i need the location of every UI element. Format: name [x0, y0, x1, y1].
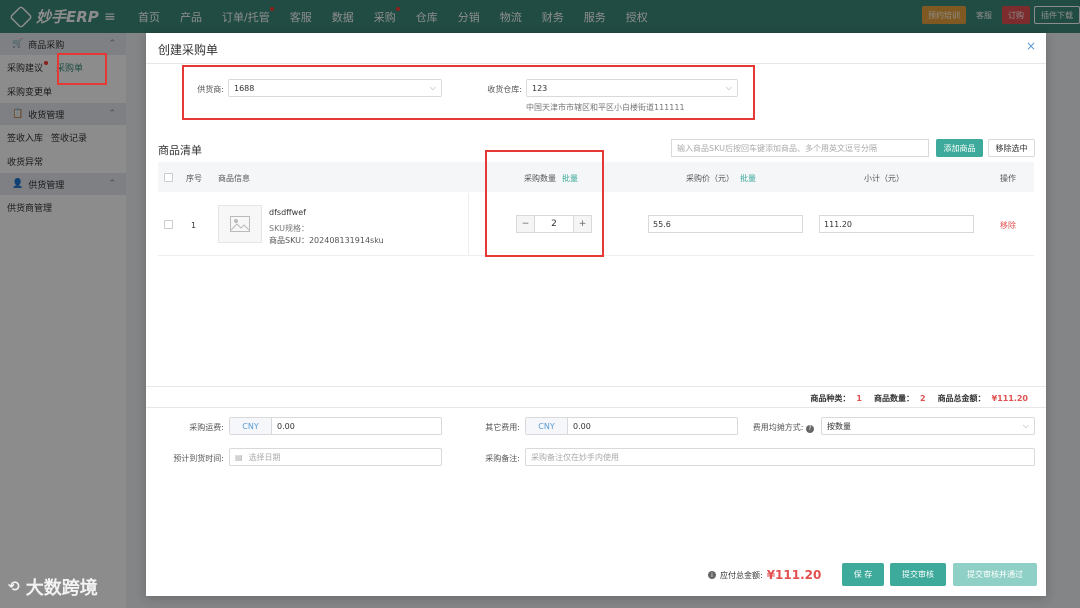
remark-label: 采购备注: — [485, 454, 520, 463]
product-sku: 商品SKU：202408131914sku — [269, 236, 384, 245]
highlight-box — [182, 65, 755, 120]
other-fee-value: 0.00 — [573, 421, 591, 431]
col-price-label: 采购价（元） — [686, 174, 734, 183]
other-fee-currency: CNY — [526, 418, 568, 434]
summary-qty: 商品数量： 2 — [874, 393, 926, 404]
summary-total: 商品总金额： ¥111.20 — [938, 393, 1028, 404]
split-method-label-text: 费用均摊方式: — [752, 423, 804, 432]
col-price: 采购价（元） 批量 — [686, 173, 756, 184]
close-icon[interactable]: × — [1026, 39, 1036, 53]
payable-label: 应付总金额: — [720, 570, 763, 580]
help-icon[interactable]: ? — [806, 424, 814, 433]
watermark-text: 大数跨境 — [25, 578, 98, 599]
payable-value: ¥111.20 — [766, 568, 822, 582]
other-fee-input[interactable]: CNY 0.00 — [525, 417, 738, 435]
highlight-box — [485, 150, 604, 257]
summary-total-value: ¥111.20 — [991, 394, 1028, 403]
chevron-down-icon: ⌵ — [1022, 421, 1029, 430]
product-list-title: 商品清单 — [158, 144, 202, 157]
divider — [146, 407, 1046, 408]
highlight-box — [57, 53, 107, 85]
freight-input[interactable]: CNY 0.00 — [229, 417, 442, 435]
order-summary: 商品种类： 1 商品数量： 2 商品总金额： ¥111.20 — [810, 393, 1028, 404]
eta-placeholder: 选择日期 — [248, 452, 281, 462]
other-fee-label: 其它费用: — [485, 423, 520, 432]
summary-kinds: 商品种类： 1 — [810, 393, 862, 404]
split-method-label: 费用均摊方式: ? — [742, 422, 814, 433]
row-checkbox[interactable] — [164, 220, 173, 229]
col-action: 操作 — [1000, 174, 1016, 183]
product-name: dfsdffwef — [269, 208, 306, 217]
remove-row-link[interactable]: 移除 — [1000, 220, 1016, 231]
image-icon — [230, 216, 250, 232]
subtotal-input[interactable]: 111.20 — [819, 215, 974, 233]
payable-total: i 应付总金额: ¥111.20 — [708, 568, 821, 582]
add-product-button[interactable]: 添加商品 — [936, 139, 983, 157]
remove-selected-button[interactable]: 移除选中 — [988, 139, 1035, 157]
eta-label: 预计到货时间: — [173, 454, 224, 463]
summary-kinds-label: 商品种类： — [810, 394, 851, 403]
column-divider — [468, 193, 469, 256]
freight-currency: CNY — [230, 418, 272, 434]
freight-value: 0.00 — [277, 421, 295, 431]
row-no: 1 — [191, 221, 197, 230]
sku-input[interactable]: 输入商品SKU后按回车键添加商品、多个用英文逗号分隔 — [671, 139, 929, 157]
divider — [146, 63, 1046, 64]
col-subtotal: 小计（元） — [864, 174, 904, 183]
price-input[interactable]: 55.6 — [648, 215, 803, 233]
product-image-placeholder — [218, 205, 262, 243]
col-info: 商品信息 — [218, 174, 250, 183]
eta-date-picker[interactable]: ▤ 选择日期 — [229, 448, 442, 466]
submit-review-button[interactable]: 提交审核 — [890, 563, 946, 586]
create-purchase-order-modal: 创建采购单 × 供货商: 1688 ⌵ 收货仓库: 123 ⌵ 中国天津市市辖区… — [146, 33, 1046, 596]
divider — [146, 386, 1046, 387]
product-spec: SKU规格： — [269, 224, 309, 233]
split-method-select[interactable]: 按数量 ⌵ — [821, 417, 1035, 435]
select-all-checkbox[interactable] — [164, 173, 173, 182]
submit-approve-button[interactable]: 提交审核并通过 — [953, 563, 1037, 586]
freight-label: 采购运费: — [189, 423, 224, 432]
col-no: 序号 — [186, 174, 202, 183]
summary-kinds-value: 1 — [856, 394, 862, 403]
watermark: ⟲ 大数跨境 — [8, 574, 98, 600]
price-batch-link[interactable]: 批量 — [740, 174, 756, 183]
modal-title: 创建采购单 — [158, 43, 219, 57]
info-icon: i — [708, 571, 716, 579]
remark-placeholder: 采购备注仅在妙手内使用 — [531, 452, 619, 462]
watermark-logo-icon: ⟲ — [8, 579, 20, 595]
summary-qty-value: 2 — [919, 394, 926, 403]
remark-input[interactable]: 采购备注仅在妙手内使用 — [525, 448, 1035, 466]
calendar-icon: ▤ — [235, 452, 243, 462]
summary-qty-label: 商品数量： — [873, 394, 914, 403]
summary-total-label: 商品总金额： — [937, 394, 986, 403]
save-button[interactable]: 保 存 — [842, 563, 884, 586]
split-method-value: 按数量 — [827, 421, 851, 431]
